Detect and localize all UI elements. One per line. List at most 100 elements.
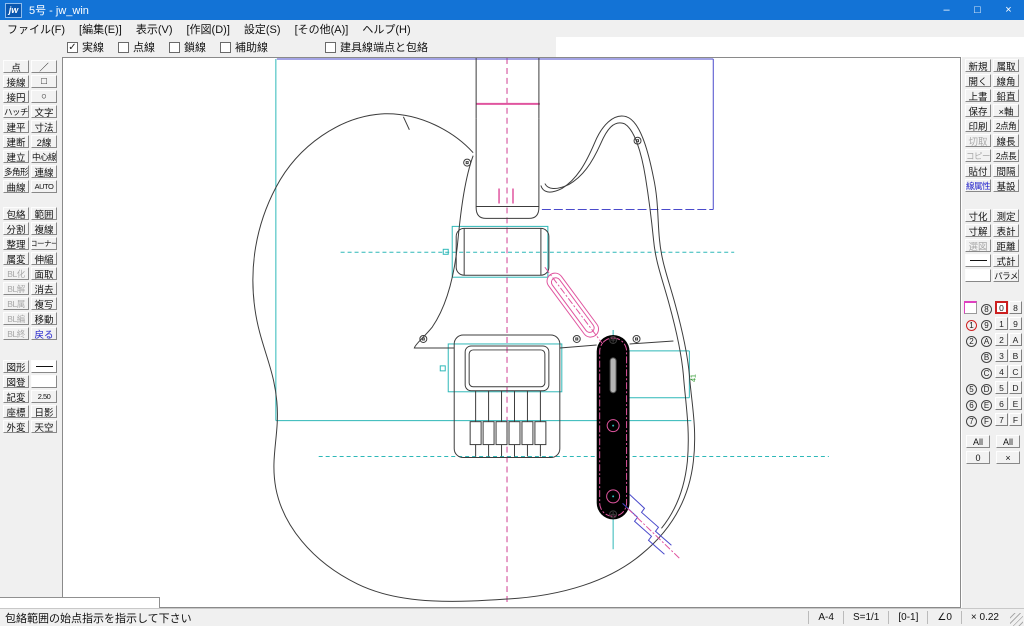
layer-cell[interactable]: 4 [995,365,1008,378]
close-button[interactable]: × [993,0,1024,20]
layer-clear-button[interactable]: × [996,451,1020,464]
layer-group-cell[interactable]: A [979,333,994,349]
minimize-button[interactable]: – [931,0,962,20]
menu-item[interactable]: [作図(D)] [180,21,237,37]
tool-button[interactable]: 線角 [993,74,1019,87]
blank-box[interactable] [965,269,991,282]
layer-group-all-button[interactable]: All [966,435,990,448]
tool-button[interactable]: 分割 [3,222,29,235]
tool-button[interactable]: AUTO [31,180,57,193]
layer-cell[interactable]: F [1009,413,1022,426]
tool-button[interactable]: 移動 [31,312,57,325]
tool-button[interactable]: 座標 [3,405,29,418]
tool-button[interactable]: 保存 [965,104,991,117]
tool-button[interactable]: 接円 [3,90,29,103]
layer-group-cell[interactable]: 6 [964,397,979,413]
status-field-zoom[interactable]: × 0.22 [961,611,1008,624]
tool-button[interactable]: 点 [3,60,29,73]
tool-button[interactable]: 建立 [3,150,29,163]
tool-button[interactable]: ×軸 [993,104,1019,117]
tool-button[interactable]: 開く [965,74,991,87]
layer-all-button[interactable]: All [996,435,1020,448]
checkbox[interactable] [325,42,336,53]
tool-button[interactable]: 曲線 [3,180,29,193]
tool-button[interactable]: 外変 [3,420,29,433]
blank-box[interactable] [31,375,57,388]
tool-button[interactable]: 印刷 [965,119,991,132]
tool-button[interactable]: 包絡 [3,207,29,220]
layer-group-cell[interactable]: 7 [964,413,979,429]
tool-button[interactable]: 貼付 [965,164,991,177]
tool-button[interactable]: ／ [31,60,57,73]
tool-button[interactable]: 図形 [3,360,29,373]
tool-button[interactable]: 範囲 [31,207,57,220]
tool-button[interactable]: 建平 [3,120,29,133]
layer-cell[interactable]: 7 [995,413,1008,426]
tool-button[interactable]: 寸解 [965,224,991,237]
menu-item[interactable]: ファイル(F) [0,21,72,37]
tool-button[interactable]: 連線 [31,165,57,178]
tool-button[interactable]: 整理 [3,237,29,250]
tool-button[interactable]: 戻る [31,327,57,340]
layer-group-cell[interactable] [964,349,979,365]
tool-button[interactable]: 多角形 [3,165,29,178]
tool-button[interactable]: 寸法 [31,120,57,133]
layer-group-cell[interactable]: B [979,349,994,365]
tool-button[interactable]: パラメ [993,269,1019,282]
layer-cell[interactable]: E [1009,397,1022,410]
tool-button[interactable]: ○ [31,90,57,103]
tool-button[interactable]: 伸縮 [31,252,57,265]
layer-cell[interactable]: 1 [995,317,1008,330]
menu-item[interactable]: 表示(V) [129,21,180,37]
tool-button[interactable]: 基設 [993,179,1019,192]
tool-button[interactable]: 消去 [31,282,57,295]
menu-item[interactable]: 設定(S) [237,21,288,37]
layer-group-cell[interactable]: 1 [964,317,979,333]
tool-button[interactable]: 線長 [993,134,1019,147]
tool-button[interactable]: ハッチ [3,105,29,118]
layer-group-cell[interactable]: C [979,365,994,381]
tool-button[interactable]: □ [31,75,57,88]
tool-button[interactable]: 記変 [3,390,29,403]
menu-item[interactable]: ヘルプ(H) [355,21,417,37]
tool-button[interactable]: 表計 [993,224,1019,237]
layer-cell[interactable]: 5 [995,381,1008,394]
layer-group-cell[interactable]: F [979,413,994,429]
maximize-button[interactable]: □ [962,0,993,20]
tool-button[interactable]: 属取 [993,59,1019,72]
layer-group-cell[interactable]: E [979,397,994,413]
layer-group-cell[interactable] [964,365,979,381]
resize-grip[interactable] [1010,613,1023,626]
tool-button[interactable]: 面取 [31,267,57,280]
tool-button[interactable]: 2.50 [31,390,57,403]
drawing-canvas[interactable]: 41 [63,58,960,607]
tool-button[interactable]: 2線 [31,135,57,148]
checkbox[interactable] [220,42,231,53]
layer-group-zero-button[interactable]: 0 [966,451,990,464]
layer-group-cell[interactable]: 9 [979,317,994,333]
checkbox[interactable] [118,42,129,53]
tool-button[interactable]: 新規 [965,59,991,72]
tool-button[interactable]: 接線 [3,75,29,88]
layer-cell[interactable]: C [1009,365,1022,378]
layer-cell[interactable]: A [1009,333,1022,346]
line-style-box[interactable] [31,360,57,373]
tool-button[interactable]: 建断 [3,135,29,148]
layer-group-cell[interactable]: 5 [964,381,979,397]
status-field-paper-size[interactable]: A-4 [808,611,843,624]
drawing-area[interactable]: 41 [62,57,961,608]
tool-button[interactable]: 上書 [965,89,991,102]
status-field-layer-range[interactable]: [0-1] [888,611,927,624]
layer-cell[interactable]: 3 [995,349,1008,362]
layer-cell[interactable]: D [1009,381,1022,394]
line-style-box[interactable] [965,254,991,267]
tool-button[interactable]: 線属性 [965,179,991,192]
tool-button[interactable]: 図登 [3,375,29,388]
layer-group-cell[interactable]: 2 [964,333,979,349]
layer-cell[interactable]: 8 [1009,301,1022,314]
layer-cell[interactable]: 2 [995,333,1008,346]
layer-cell[interactable]: 9 [1009,317,1022,330]
tool-button[interactable]: 間隔 [993,164,1019,177]
tool-button[interactable]: 測定 [993,209,1019,222]
checkbox[interactable] [169,42,180,53]
